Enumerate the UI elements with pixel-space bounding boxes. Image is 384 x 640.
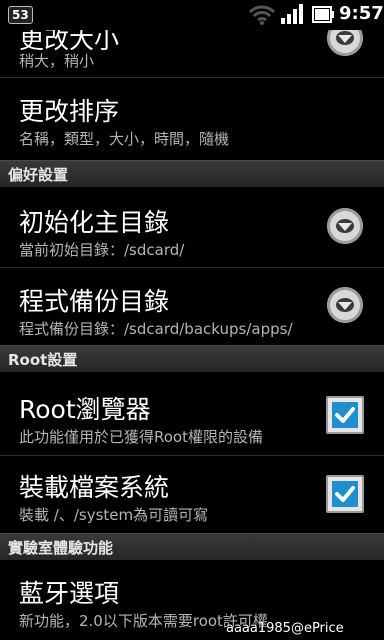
checkmark-icon [335,486,355,502]
watermark: aaaa1985@ePrice [226,621,344,636]
clock: 9:57 [339,3,384,24]
pref-change-sort[interactable]: 更改排序 名稱，類型，大小，時間，隨機 [0,78,384,158]
battery-icon [312,6,334,23]
pref-title: Root瀏覽器 [19,395,151,424]
pref-title: 程式備份目錄 [19,287,170,316]
section-header-root: Root設置 [0,345,384,372]
section-header-lab: 實驗室體驗功能 [0,533,384,560]
checkmark-icon [335,407,355,423]
pref-summary: 此功能僅用於已獲得Root權限的設備 [19,428,263,446]
pref-summary: 裝載 /、/system為可讀可寫 [19,506,209,524]
dropdown-arrow-icon[interactable] [327,208,363,244]
pref-summary: 當前初始目錄：/sdcard/ [19,241,185,259]
root-browser-checkbox[interactable] [326,396,364,434]
pref-summary: 程式備份目錄：/sdcard/backups/apps/ [19,320,293,338]
dropdown-arrow-icon[interactable] [327,287,363,323]
wifi-icon [248,5,276,25]
notification-badge[interactable]: 53 [8,6,33,24]
pref-backup-directory[interactable]: 程式備份目錄 程式備份目錄：/sdcard/backups/apps/ [0,268,384,348]
pref-summary: 稍大，稍小 [19,52,95,70]
pref-home-directory[interactable]: 初始化主目錄 當前初始目錄：/sdcard/ [0,187,384,267]
pref-summary: 名稱，類型，大小，時間，隨機 [19,130,230,148]
pref-title: 藍牙選項 [19,579,120,608]
pref-change-size[interactable]: 更改大小 稍大，稍小 [0,30,384,70]
pref-mount-filesystem[interactable]: 裝載檔案系統 裝載 /、/system為可讀可寫 [0,456,384,536]
pref-title: 初始化主目錄 [19,208,170,237]
pref-title: 裝載檔案系統 [19,473,170,502]
signal-icon [281,4,303,24]
section-header-preferences: 偏好設置 [0,160,384,187]
mount-filesystem-checkbox[interactable] [326,475,364,513]
dropdown-arrow-icon[interactable] [327,30,363,56]
pref-root-browser[interactable]: Root瀏覽器 此功能僅用於已獲得Root權限的設備 [0,372,384,452]
settings-list[interactable]: 更改大小 稍大，稍小 更改排序 名稱，類型，大小，時間，隨機 偏好設置 初始化主… [0,30,384,640]
pref-title: 更改排序 [19,97,120,126]
status-bar: 53 9:57 [0,0,384,30]
